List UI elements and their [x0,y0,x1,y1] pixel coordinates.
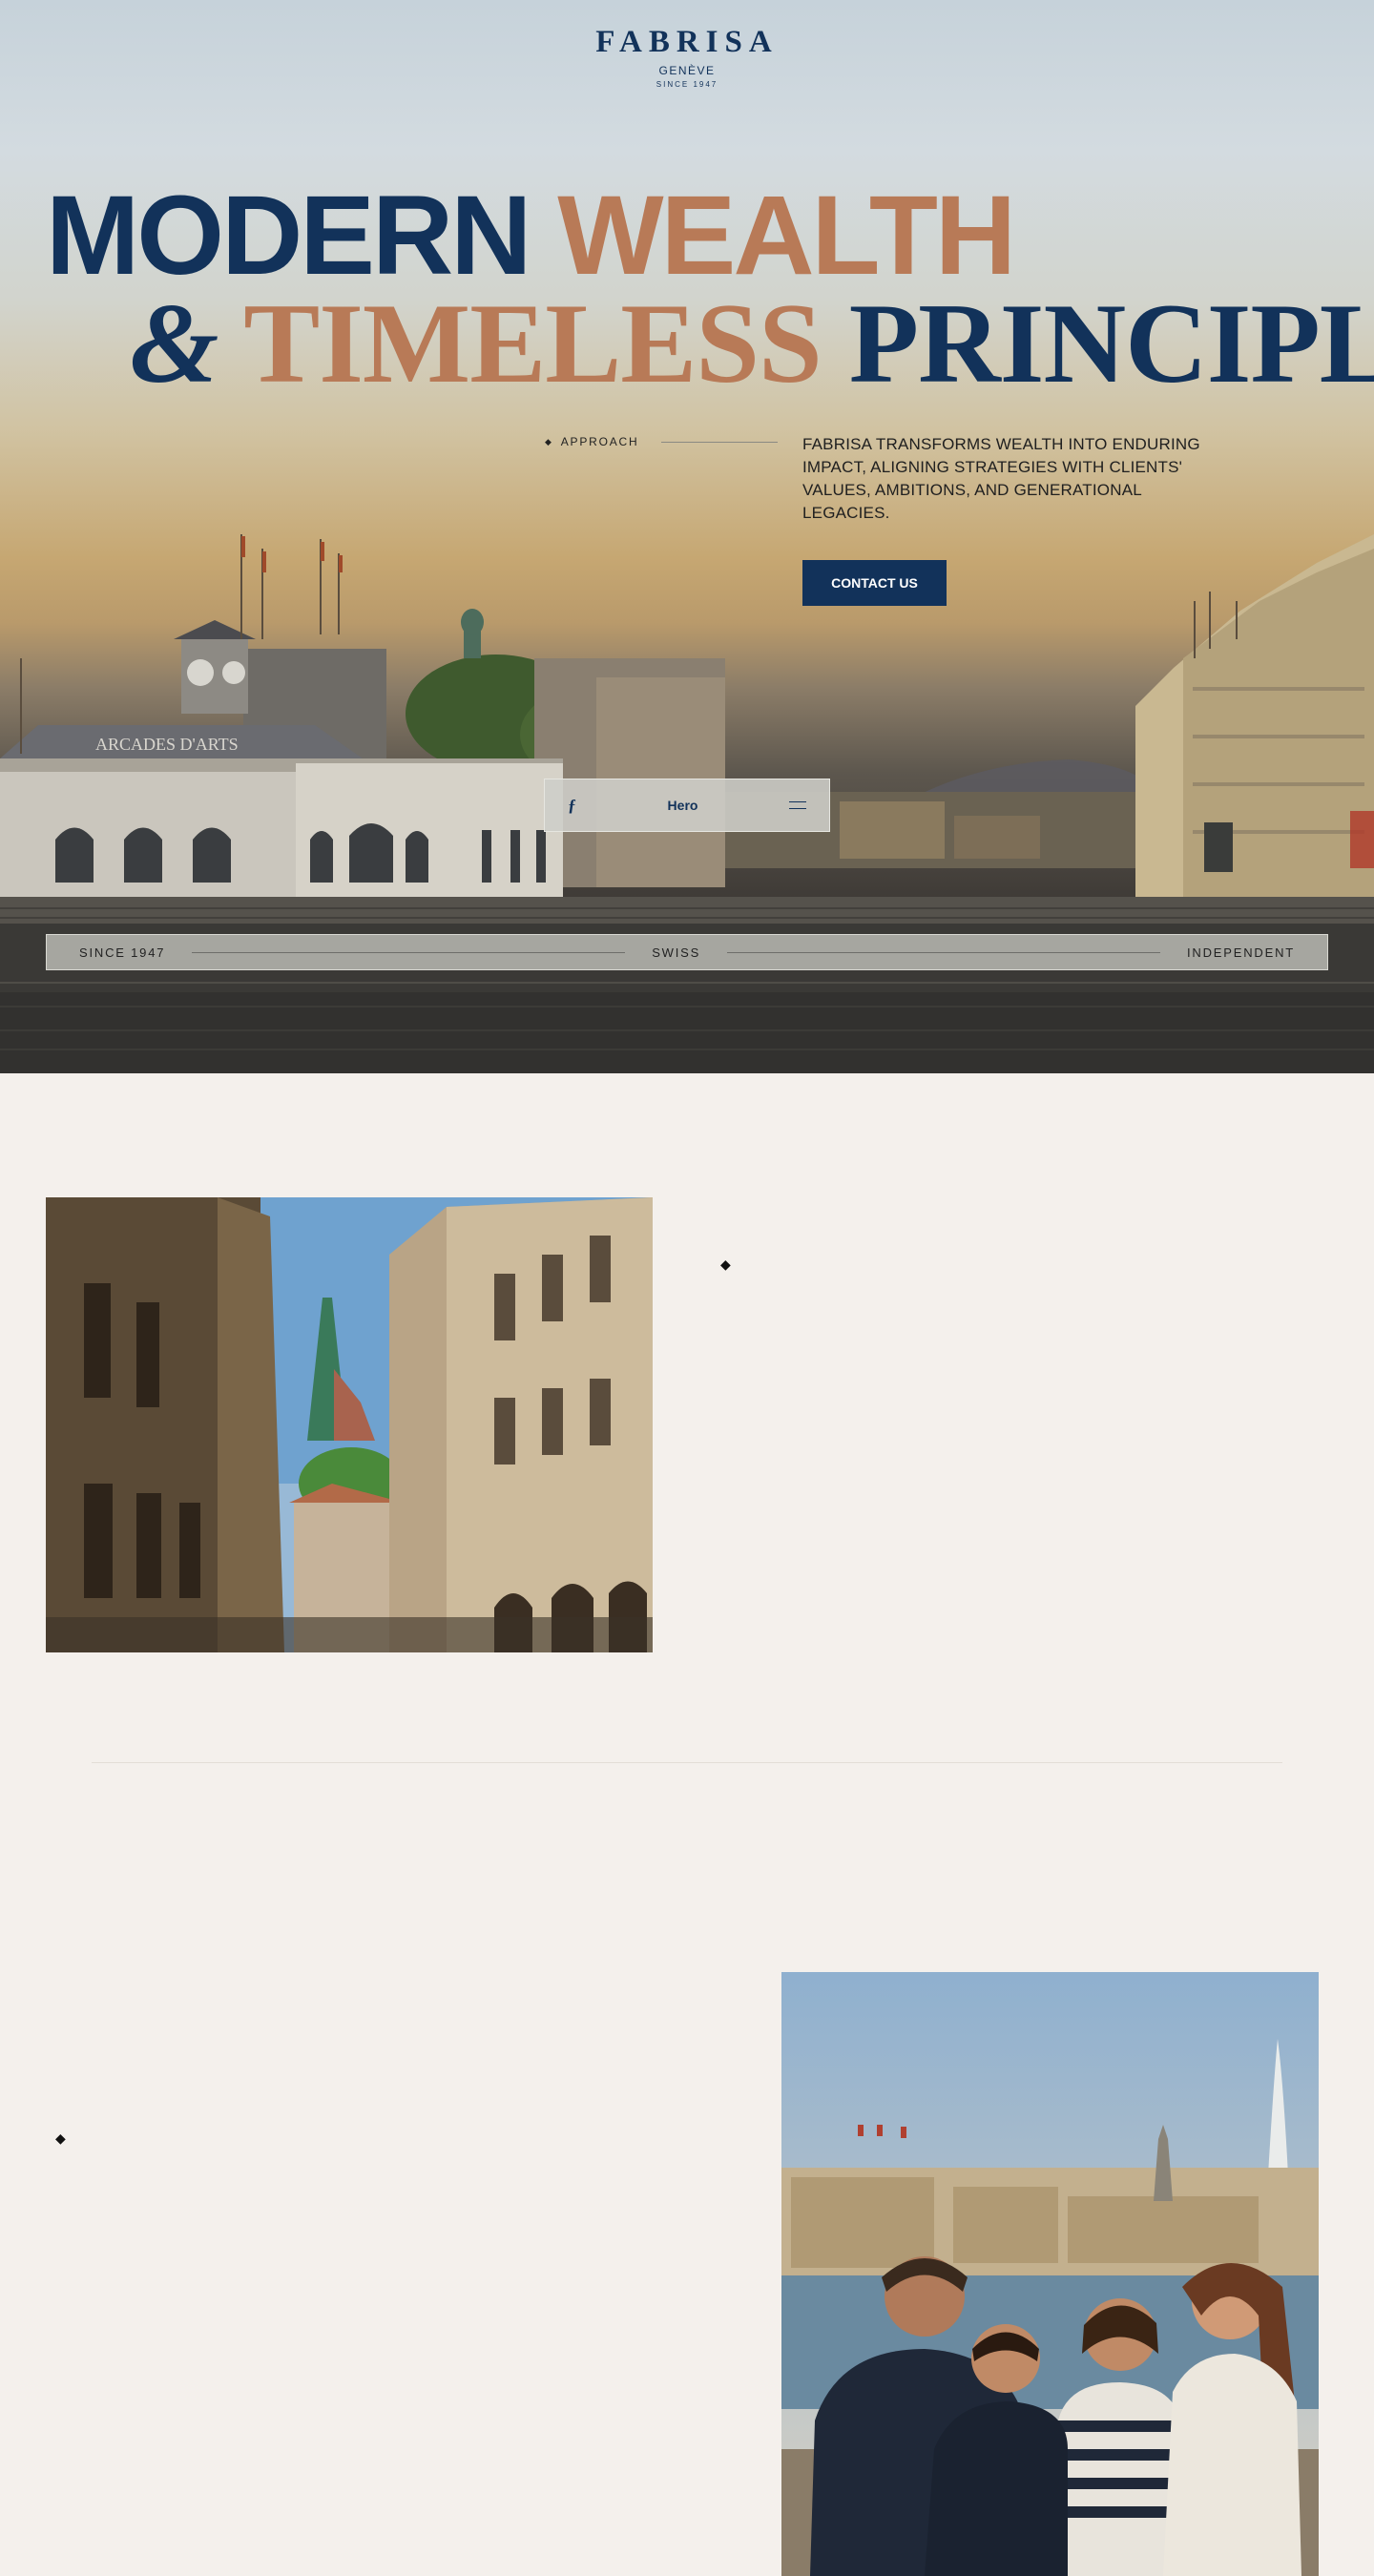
strip-since: SINCE 1947 [79,945,166,960]
diamond-icon: ◆ [545,436,553,447]
headline-word-timeless: TIMELESS [243,280,822,406]
family-lakeside-image [781,1972,1319,2576]
headline-ampersand: & [130,280,219,406]
approach-text: APPROACH [560,435,639,448]
brand-since: SINCE 1947 [656,80,718,89]
approach-label: ◆ APPROACH [545,435,779,448]
diamond-icon: ◆ [55,2130,66,2146]
brand-city: GENÈVE [658,64,716,77]
headline-line-2: & TIMELESS PRINCIPLES [130,286,1374,401]
old-town-street-image [46,1197,653,1652]
strip-swiss: SWISS [652,945,701,960]
hero-section: ARCADES D'ARTS FABRISA GENÈVE SINCE 1947… [0,0,1374,1073]
floating-nav-bar: ƒ Hero [544,779,830,832]
strip-rule-right [727,951,1161,953]
geneva-riverfront-image: ARCADES D'ARTS [0,534,1374,1073]
headline-word-principles: PRINCIPLES [848,280,1374,406]
hero-intro-text: FABRISA TRANSFORMS WEALTH INTO ENDURING … [802,435,1200,522]
brand-mark-icon[interactable]: ƒ [568,796,576,816]
brand-logo[interactable]: FABRISA GENÈVE SINCE 1947 [0,25,1374,89]
diamond-icon: ◆ [720,1257,731,1272]
hero-headline: MODERN WEALTH & TIMELESS PRINCIPLES [46,179,1374,401]
headline-line-1: MODERN WEALTH [46,179,1343,292]
current-section-label: Hero [667,798,698,813]
brand-name: FABRISA [595,25,779,59]
strip-independent: INDEPENDENT [1187,945,1295,960]
menu-icon[interactable] [789,801,806,809]
contact-us-button[interactable]: CONTACT US [802,560,947,606]
building-sign-text: ARCADES D'ARTS [95,735,239,754]
strip-rule-left [192,951,626,953]
values-strip: SINCE 1947 SWISS INDEPENDENT [46,934,1328,970]
section-divider [92,1762,1282,1763]
approach-rule [661,441,779,443]
